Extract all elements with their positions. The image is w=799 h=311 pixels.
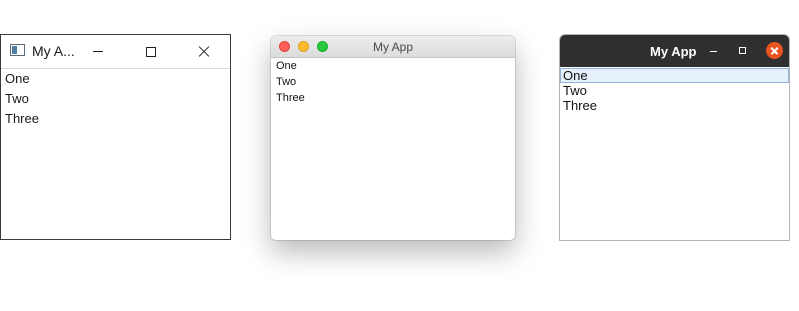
list-item-selected[interactable]: One [560, 68, 789, 83]
list-item[interactable]: Three [1, 109, 230, 129]
windows-window-title: My A... [32, 43, 75, 59]
app-icon [10, 44, 25, 56]
mac-titlebar[interactable]: My App [271, 36, 515, 58]
list-item[interactable]: Two [271, 74, 515, 90]
gtk-listbox[interactable]: One Two Three [560, 68, 789, 240]
windows-titlebar[interactable]: My A... [1, 35, 230, 69]
list-item[interactable]: Two [1, 89, 230, 109]
gtk-window-title: My App [650, 44, 697, 59]
maximize-icon[interactable] [739, 47, 746, 54]
list-item[interactable]: Two [560, 83, 789, 98]
list-item[interactable]: Three [560, 98, 789, 113]
maximize-icon [146, 46, 156, 57]
mac-window-title: My App [372, 40, 414, 54]
windows-listbox[interactable]: One Two Three [1, 69, 230, 239]
minimize-icon[interactable] [710, 51, 717, 52]
close-icon[interactable] [766, 42, 783, 59]
close-icon [198, 46, 210, 58]
minimize-button[interactable] [75, 35, 121, 68]
minimize-icon [93, 51, 103, 52]
mac-listbox[interactable]: One Two Three [271, 58, 515, 240]
maximize-button[interactable] [128, 35, 174, 68]
list-item[interactable]: One [1, 69, 230, 89]
windows-app-window: My A... One Two Three [0, 34, 231, 240]
gtk-titlebar[interactable]: My App [560, 35, 789, 67]
list-item[interactable]: Three [271, 90, 515, 106]
gtk-app-window: My App One Two Three [559, 34, 790, 241]
mac-app-window: My App One Two Three [271, 36, 515, 240]
list-item[interactable]: One [271, 58, 515, 74]
close-button[interactable] [181, 35, 227, 68]
